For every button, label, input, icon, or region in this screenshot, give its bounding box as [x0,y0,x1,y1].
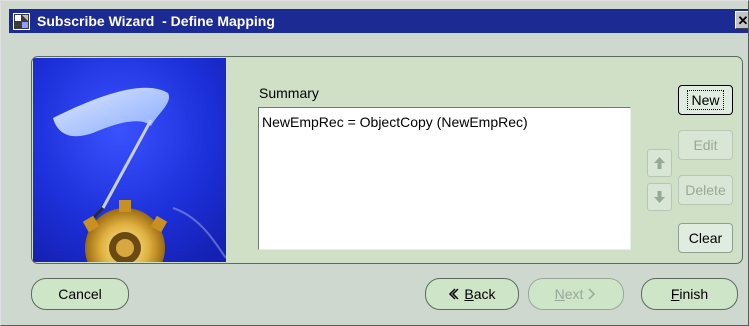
move-up-button[interactable] [647,149,672,177]
wizard-window-icon [13,13,30,30]
clear-button[interactable]: Clear [678,223,733,253]
new-button[interactable]: New [678,85,733,115]
down-arrow-icon [654,191,665,203]
back-button[interactable]: Back [425,278,519,310]
next-button[interactable]: Next [528,278,624,310]
summary-label: Summary [259,85,319,101]
new-button-label: New [687,90,724,110]
finish-button[interactable]: Finish [641,278,738,310]
cancel-button[interactable]: Cancel [31,278,129,310]
clear-button-label: Clear [688,230,723,246]
summary-list[interactable]: NewEmpRec = ObjectCopy (NewEmpRec) [258,107,631,250]
summary-list-item[interactable]: NewEmpRec = ObjectCopy (NewEmpRec) [262,114,528,130]
next-mnemonic: N [554,286,565,302]
close-icon: ✕ [737,13,749,28]
edit-button[interactable]: Edit [678,130,733,160]
window-title: Subscribe Wizard - Define Mapping [37,13,275,29]
edit-button-label: Edit [693,137,718,153]
back-chevron-icon [449,288,460,300]
up-arrow-icon [654,157,665,169]
wizard-window: Subscribe Wizard - Define Mapping ✕ Summ… [0,0,749,326]
delete-button[interactable]: Delete [678,175,733,205]
close-button[interactable]: ✕ [735,11,749,29]
next-button-label: ext [564,286,584,302]
back-button-label: ack [473,286,496,302]
next-chevron-icon [588,288,596,300]
wizard-panel: Summary NewEmpRec = ObjectCopy (NewEmpRe… [31,56,743,264]
move-down-button[interactable] [647,183,672,211]
wizard-illustration [33,58,226,262]
cancel-button-label: Cancel [58,286,102,302]
title-bar[interactable]: Subscribe Wizard - Define Mapping ✕ [9,9,749,33]
back-mnemonic: B [464,286,474,302]
delete-button-label: Delete [685,182,726,198]
finish-button-label: inish [679,286,709,302]
